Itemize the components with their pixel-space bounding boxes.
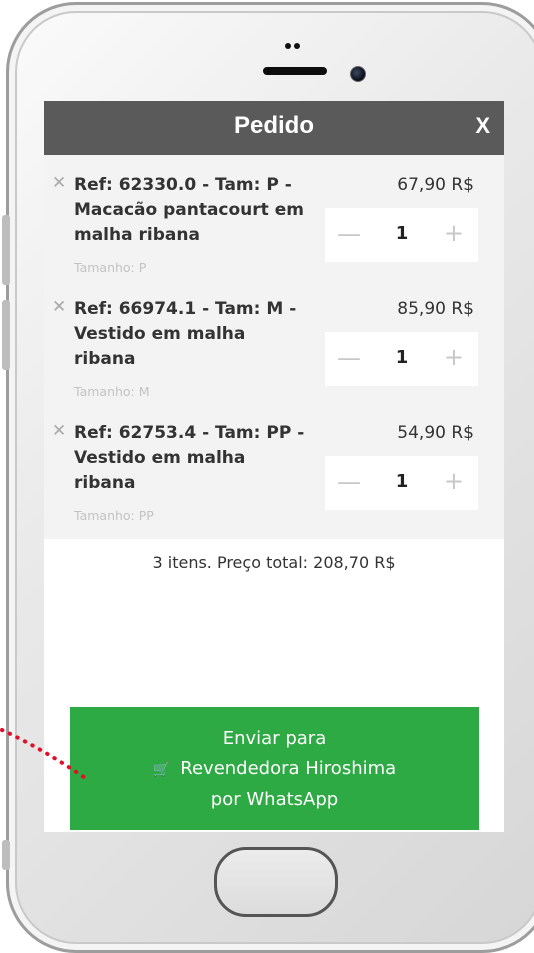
cart-item: ✕ Ref: 66974.1 - Tam: M - Vestido em mal…	[44, 297, 504, 399]
item-price: 54,90 R$	[397, 423, 474, 443]
order-total: 3 itens. Preço total: 208,70 R$	[152, 553, 396, 572]
decrease-quantity-button[interactable]: —	[337, 344, 361, 372]
home-button[interactable]	[214, 847, 338, 917]
cart-item: ✕ Ref: 62330.0 - Tam: P - Macacão pantac…	[44, 173, 504, 275]
quantity-value: 1	[395, 347, 409, 368]
side-button	[2, 840, 10, 870]
increase-quantity-button[interactable]: +	[444, 343, 464, 371]
send-button-line1: Enviar para	[222, 728, 327, 749]
item-title: Ref: 62753.4 - Tam: PP - Vestido em malh…	[74, 423, 305, 493]
item-price: 85,90 R$	[397, 299, 474, 319]
volume-down-button	[2, 300, 10, 370]
item-size: Tamanho: P	[74, 260, 147, 275]
close-button[interactable]: X	[475, 113, 490, 139]
decrease-quantity-button[interactable]: —	[337, 468, 361, 496]
quantity-stepper[interactable]: — 1 +	[325, 456, 478, 510]
cart-item: ✕ Ref: 62753.4 - Tam: PP - Vestido em ma…	[44, 421, 504, 523]
volume-up-button	[2, 215, 10, 285]
send-button-line2: Revendedora Hiroshima	[180, 758, 397, 779]
increase-quantity-button[interactable]: +	[444, 219, 464, 247]
remove-item-icon[interactable]: ✕	[52, 173, 66, 193]
quantity-stepper[interactable]: — 1 +	[325, 208, 478, 262]
quantity-value: 1	[395, 223, 409, 244]
remove-item-icon[interactable]: ✕	[52, 297, 66, 317]
send-button-line3: por WhatsApp	[210, 789, 339, 810]
item-title: Ref: 62330.0 - Tam: P - Macacão pantacou…	[74, 175, 304, 245]
item-size: Tamanho: M	[74, 384, 150, 399]
sensor-dots	[285, 43, 301, 51]
send-whatsapp-button[interactable]: Enviar para 🛒 Revendedora Hiroshima por W…	[70, 707, 479, 830]
item-title: Ref: 66974.1 - Tam: M - Vestido em malha…	[74, 299, 297, 369]
quantity-stepper[interactable]: — 1 +	[325, 332, 478, 386]
quantity-value: 1	[395, 471, 409, 492]
phone-screen: Pedido X ✕ Ref: 62330.0 - Tam: P - Macac…	[44, 101, 504, 832]
front-camera	[350, 66, 366, 82]
speaker-grille	[263, 67, 327, 75]
send-button-line2-row: 🛒 Revendedora Hiroshima	[70, 754, 479, 785]
decrease-quantity-button[interactable]: —	[337, 220, 361, 248]
dotted-pointer-arrow	[0, 728, 90, 782]
remove-item-icon[interactable]: ✕	[52, 421, 66, 441]
cart-item-list: ✕ Ref: 62330.0 - Tam: P - Macacão pantac…	[44, 155, 504, 539]
increase-quantity-button[interactable]: +	[444, 467, 464, 495]
modal-header: Pedido X	[44, 101, 504, 155]
cart-icon: 🛒	[152, 762, 171, 778]
modal-title: Pedido	[233, 112, 314, 139]
item-price: 67,90 R$	[397, 175, 474, 195]
item-size: Tamanho: PP	[74, 508, 154, 523]
